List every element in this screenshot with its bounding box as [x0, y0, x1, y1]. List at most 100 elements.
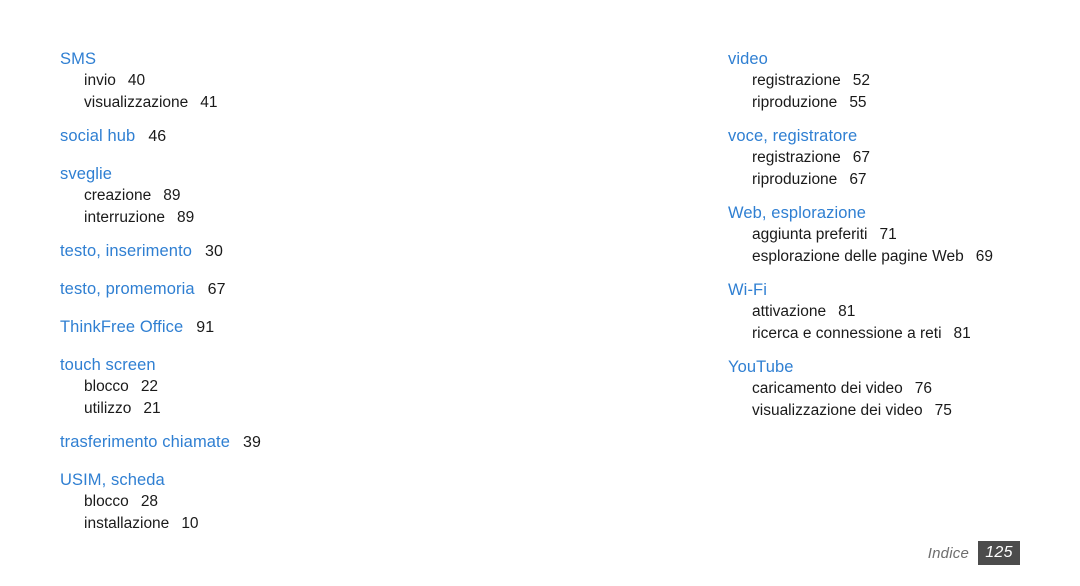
- index-subentry-page-number: 69: [975, 248, 993, 265]
- index-heading-label: USIM, scheda: [60, 471, 165, 489]
- index-subentry[interactable]: invio 40: [60, 70, 394, 92]
- index-heading[interactable]: testo, inserimento 30: [60, 236, 394, 267]
- index-subentry[interactable]: creazione 89: [60, 185, 394, 207]
- index-heading-page-number: 91: [196, 319, 215, 336]
- index-heading-page-number: 30: [205, 243, 224, 260]
- index-subentry-page-number: 22: [140, 378, 159, 395]
- index-subentry[interactable]: registrazione 67: [728, 147, 1040, 169]
- index-column-right: video registrazione 52 riproduzione 55 voce, …: [394, 44, 1040, 429]
- index-subentry-page-number: 28: [140, 493, 159, 510]
- index-subentry-page-number: 67: [852, 149, 870, 166]
- index-heading-label: ThinkFree Office: [60, 318, 184, 336]
- index-entry-group: touch screen blocco 22 utilizzo 21: [60, 350, 394, 420]
- index-subentry-label: caricamento dei video: [752, 380, 903, 397]
- index-heading-label: SMS: [60, 50, 97, 68]
- index-subentry[interactable]: riproduzione 67: [728, 169, 1040, 191]
- index-heading-page-number: 67: [207, 281, 226, 298]
- index-entry-group: Wi-Fi attivazione 81 ricerca e connessione …: [728, 275, 1040, 345]
- index-subentry-label: aggiunta preferiti: [752, 226, 868, 243]
- index-subentry[interactable]: utilizzo 21: [60, 398, 394, 420]
- index-entry-group: social hub 46: [60, 121, 394, 152]
- index-subentry-label: visualizzazione: [84, 94, 189, 111]
- index-subentry-label: registrazione: [752, 149, 841, 166]
- index-heading-label: trasferimento chiamate: [60, 433, 231, 451]
- index-heading-label: video: [728, 50, 768, 68]
- index-entry-group: video registrazione 52 riproduzione 55: [728, 44, 1040, 114]
- index-subentry-label: riproduzione: [752, 94, 838, 111]
- index-subentry-page-number: 40: [127, 72, 146, 89]
- index-page: SMS invio 40 visualizzazione 41 social hub 46 s…: [0, 0, 1080, 586]
- index-heading[interactable]: ThinkFree Office 91: [60, 312, 394, 343]
- index-heading-label: testo, promemoria: [60, 280, 195, 298]
- index-subentry[interactable]: caricamento dei video 76: [728, 378, 1040, 400]
- index-entry-group: ThinkFree Office 91: [60, 312, 394, 343]
- index-subentry-list: creazione 89 interruzione 89: [60, 185, 394, 229]
- index-heading-label: testo, inserimento: [60, 242, 193, 260]
- index-subentry[interactable]: installazione 10: [60, 513, 394, 535]
- index-entry-group: testo, inserimento 30: [60, 236, 394, 267]
- index-subentry[interactable]: visualizzazione dei video 75: [728, 400, 1040, 422]
- page-footer: Indice 125: [928, 540, 1020, 566]
- index-subentry-label: visualizzazione dei video: [752, 402, 923, 419]
- index-subentry-label: registrazione: [752, 72, 841, 89]
- index-subentry-page-number: 71: [879, 226, 897, 243]
- index-subentry-page-number: 10: [181, 515, 199, 532]
- index-subentry-list: aggiunta preferiti 71 esplorazione delle p…: [728, 224, 1040, 268]
- index-subentry[interactable]: riproduzione 55: [728, 92, 1040, 114]
- index-heading[interactable]: testo, promemoria 67: [60, 274, 394, 305]
- index-heading-label: sveglie: [60, 165, 113, 183]
- page-number-badge: 125: [978, 541, 1020, 565]
- index-subentry-page-number: 76: [914, 380, 933, 397]
- index-subentry-label: utilizzo: [84, 400, 132, 417]
- index-subentry-label: interruzione: [84, 209, 165, 226]
- index-entry-group: USIM, scheda blocco 28 installazione 10: [60, 465, 394, 535]
- index-subentry-label: blocco: [84, 493, 129, 510]
- index-subentry-list: registrazione 67 riproduzione 67: [728, 147, 1040, 191]
- index-subentry-label: esplorazione delle pagine Web: [752, 248, 964, 265]
- index-entry-group: Web, esplorazione aggiunta preferiti 71 esp…: [728, 198, 1040, 268]
- index-subentry-label: creazione: [84, 187, 152, 204]
- index-subentry-label: blocco: [84, 378, 129, 395]
- index-subentry-label: attivazione: [752, 303, 827, 320]
- index-subentry-label: ricerca e connessione a reti: [752, 325, 942, 342]
- index-subentry-list: blocco 22 utilizzo 21: [60, 376, 394, 420]
- index-heading[interactable]: trasferimento chiamate 39: [60, 427, 394, 458]
- index-subentry[interactable]: attivazione 81: [728, 301, 1040, 323]
- index-heading-label: YouTube: [728, 358, 794, 376]
- index-subentry-page-number: 89: [177, 209, 195, 226]
- index-subentry[interactable]: ricerca e connessione a reti 81: [728, 323, 1040, 345]
- index-subentry-label: invio: [84, 72, 116, 89]
- index-heading-page-number: 46: [148, 128, 167, 145]
- index-subentry-list: blocco 28 installazione 10: [60, 491, 394, 535]
- index-entry-group: trasferimento chiamate 39: [60, 427, 394, 458]
- index-subentry[interactable]: esplorazione delle pagine Web 69: [728, 246, 1040, 268]
- index-heading[interactable]: social hub 46: [60, 121, 394, 152]
- index-subentry-page-number: 81: [838, 303, 856, 320]
- index-subentry[interactable]: visualizzazione 41: [60, 92, 394, 114]
- index-subentry[interactable]: blocco 28: [60, 491, 394, 513]
- index-subentry-list: caricamento dei video 76 visualizzazione d…: [728, 378, 1040, 422]
- index-entry-group: SMS invio 40 visualizzazione 41: [60, 44, 394, 114]
- index-subentry-page-number: 55: [849, 94, 867, 111]
- index-subentry-list: registrazione 52 riproduzione 55: [728, 70, 1040, 114]
- index-columns: SMS invio 40 visualizzazione 41 social hub 46 s…: [0, 44, 1080, 542]
- index-entry-group: testo, promemoria 67: [60, 274, 394, 305]
- index-column-left: SMS invio 40 visualizzazione 41 social hub 46 s…: [0, 44, 394, 542]
- index-heading-label: Web, esplorazione: [728, 204, 867, 222]
- index-subentry-page-number: 52: [852, 72, 870, 89]
- index-subentry[interactable]: blocco 22: [60, 376, 394, 398]
- index-subentry-page-number: 89: [163, 187, 181, 204]
- index-subentry-list: invio 40 visualizzazione 41: [60, 70, 394, 114]
- footer-section-label: Indice: [927, 544, 969, 562]
- index-subentry[interactable]: aggiunta preferiti 71: [728, 224, 1040, 246]
- index-subentry-label: installazione: [84, 515, 170, 532]
- index-subentry-page-number: 41: [200, 94, 218, 111]
- index-subentry-list: attivazione 81 ricerca e connessione a ret…: [728, 301, 1040, 345]
- index-heading-label: voce, registratore: [728, 127, 858, 145]
- index-subentry-page-number: 21: [143, 400, 161, 417]
- index-subentry[interactable]: registrazione 52: [728, 70, 1040, 92]
- index-entry-group: sveglie creazione 89 interruzione 89: [60, 159, 394, 229]
- index-subentry-page-number: 75: [934, 402, 952, 419]
- index-subentry[interactable]: interruzione 89: [60, 207, 394, 229]
- index-entry-group: YouTube caricamento dei video 76 visualizza…: [728, 352, 1040, 422]
